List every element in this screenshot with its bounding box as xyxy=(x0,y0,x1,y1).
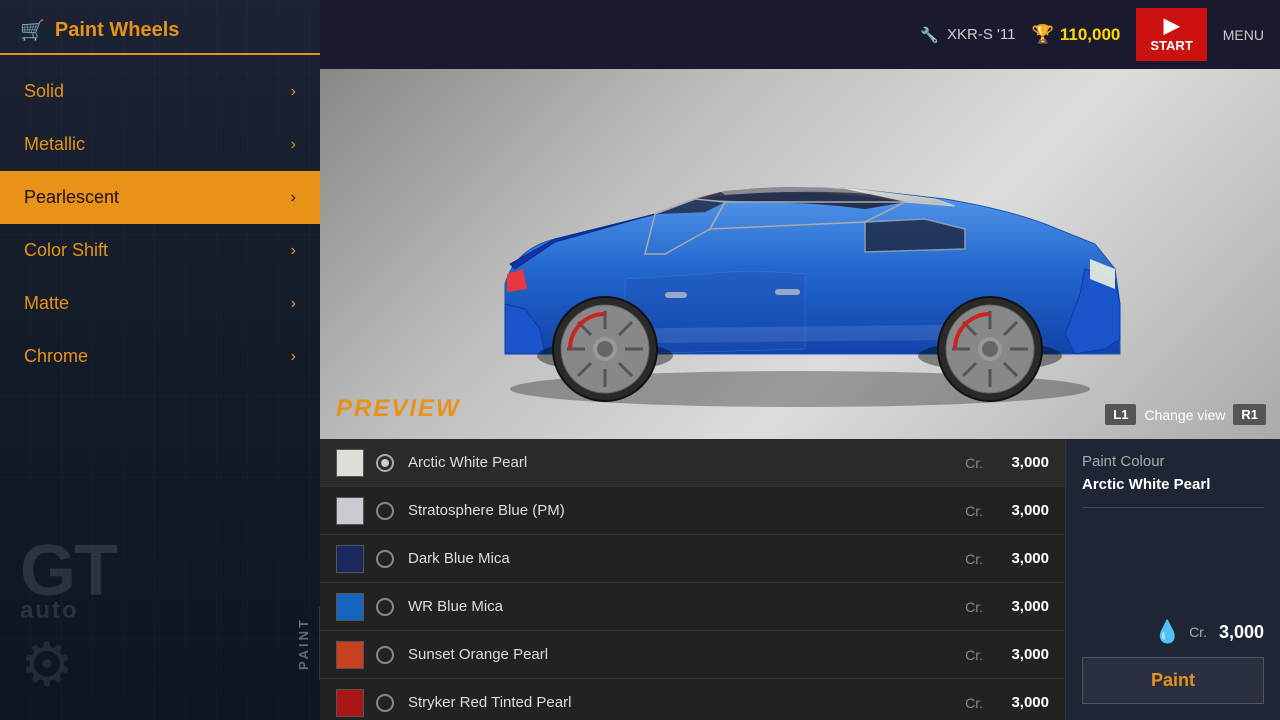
chevron-icon-color-shift: › xyxy=(291,242,296,260)
gt-auto-logo: GT auto ⚙ xyxy=(20,541,116,700)
wrench-icon: 🔧 xyxy=(920,26,939,44)
color-name-4: WR Blue Mica xyxy=(408,598,965,615)
nav-label-solid: Solid xyxy=(24,81,64,102)
sidebar: 🛒 Paint Wheels Solid › Metallic › Pearle… xyxy=(0,0,320,720)
color-name-5: Sunset Orange Pearl xyxy=(408,646,965,663)
nav-label-chrome: Chrome xyxy=(24,346,88,367)
color-name-2: Stratosphere Blue (PM) xyxy=(408,502,965,519)
sidebar-title: Paint Wheels xyxy=(55,19,179,42)
color-items-list: Arctic White Pearl Cr. 3,000 Stratospher… xyxy=(320,439,1065,720)
cr-amount-6: 3,000 xyxy=(989,694,1049,711)
cart-icon: 🛒 xyxy=(20,18,45,43)
r1-badge: R1 xyxy=(1233,404,1266,425)
swatch-1 xyxy=(336,449,364,477)
cr-label-3: Cr. xyxy=(965,551,983,567)
cost-amount: 3,000 xyxy=(1219,622,1264,643)
sidebar-item-chrome[interactable]: Chrome › xyxy=(0,330,320,383)
radio-5 xyxy=(376,646,394,664)
play-icon: ▶ xyxy=(1164,16,1179,36)
color-name-6: Stryker Red Tinted Pearl xyxy=(408,694,965,711)
color-row-1[interactable]: Arctic White Pearl Cr. 3,000 xyxy=(320,439,1065,487)
color-name-1: Arctic White Pearl xyxy=(408,454,965,471)
chevron-icon-chrome: › xyxy=(291,348,296,366)
start-button[interactable]: ▶ START xyxy=(1136,8,1206,61)
color-name-3: Dark Blue Mica xyxy=(408,550,965,567)
swatch-6 xyxy=(336,689,364,717)
sidebar-item-matte[interactable]: Matte › xyxy=(0,277,320,330)
sidebar-item-metallic[interactable]: Metallic › xyxy=(0,118,320,171)
radio-6 xyxy=(376,694,394,712)
cr-amount-3: 3,000 xyxy=(989,550,1049,567)
nav-label-metallic: Metallic xyxy=(24,134,85,155)
color-row-5[interactable]: Sunset Orange Pearl Cr. 3,000 xyxy=(320,631,1065,679)
swatch-5 xyxy=(336,641,364,669)
credits-amount: 110,000 xyxy=(1060,25,1121,45)
view-controls: L1 Change view R1 xyxy=(1105,404,1266,425)
cr-label-2: Cr. xyxy=(965,503,983,519)
start-label: START xyxy=(1150,38,1192,53)
chevron-icon-pearlescent: › xyxy=(291,189,296,207)
car-preview-area: PREVIEW L1 Change view R1 xyxy=(320,69,1280,439)
sidebar-item-color-shift[interactable]: Color Shift › xyxy=(0,224,320,277)
color-row-4[interactable]: WR Blue Mica Cr. 3,000 xyxy=(320,583,1065,631)
color-row-3[interactable]: Dark Blue Mica Cr. 3,000 xyxy=(320,535,1065,583)
paint-vertical-label: PAINT xyxy=(288,607,320,680)
credits-display: 🏆 110,000 xyxy=(1031,24,1120,45)
radio-2 xyxy=(376,502,394,520)
cost-label: Cr. xyxy=(1189,624,1207,640)
wheel-icon: ⚙ xyxy=(20,630,116,700)
drop-icon: 💧 xyxy=(1154,619,1181,645)
swatch-2 xyxy=(336,497,364,525)
right-panel: Paint Colour Arctic White Pearl 💧 Cr. 3,… xyxy=(1065,439,1280,720)
chevron-icon-metallic: › xyxy=(291,136,296,154)
sidebar-item-pearlescent[interactable]: Pearlescent › xyxy=(0,171,320,224)
cr-amount-4: 3,000 xyxy=(989,598,1049,615)
preview-label: PREVIEW xyxy=(336,395,461,423)
cr-label-6: Cr. xyxy=(965,695,983,711)
cr-label-4: Cr. xyxy=(965,599,983,615)
cost-row: 💧 Cr. 3,000 xyxy=(1082,619,1264,645)
nav-label-color-shift: Color Shift xyxy=(24,240,108,261)
nav-label-matte: Matte xyxy=(24,293,69,314)
swatch-4 xyxy=(336,593,364,621)
nav-label-pearlescent: Pearlescent xyxy=(24,187,119,208)
color-list-section: Arctic White Pearl Cr. 3,000 Stratospher… xyxy=(320,439,1280,720)
chevron-icon-matte: › xyxy=(291,295,296,313)
cr-label-5: Cr. xyxy=(965,647,983,663)
cr-amount-1: 3,000 xyxy=(989,454,1049,471)
car-name: XKR-S '11 xyxy=(947,26,1015,43)
swatch-3 xyxy=(336,545,364,573)
chevron-icon-solid: › xyxy=(291,83,296,101)
paint-colour-label: Paint Colour xyxy=(1066,439,1280,476)
credits-icon: 🏆 xyxy=(1031,24,1053,45)
sidebar-item-solid[interactable]: Solid › xyxy=(0,65,320,118)
l1-badge: L1 xyxy=(1105,404,1136,425)
paint-colour-value: Arctic White Pearl xyxy=(1066,476,1280,507)
car-info: 🔧 XKR-S '11 xyxy=(920,26,1015,44)
paint-button[interactable]: Paint xyxy=(1082,657,1264,704)
change-view-text: Change view xyxy=(1144,407,1225,423)
color-row-2[interactable]: Stratosphere Blue (PM) Cr. 3,000 xyxy=(320,487,1065,535)
main-area: 🔧 XKR-S '11 🏆 110,000 ▶ START MENU xyxy=(320,0,1280,720)
right-panel-bottom: 💧 Cr. 3,000 Paint xyxy=(1066,508,1280,720)
cr-label-1: Cr. xyxy=(965,455,983,471)
cr-amount-5: 3,000 xyxy=(989,646,1049,663)
radio-4 xyxy=(376,598,394,616)
menu-button[interactable]: MENU xyxy=(1223,27,1264,43)
radio-1 xyxy=(376,454,394,472)
car-image xyxy=(425,94,1175,414)
cr-amount-2: 3,000 xyxy=(989,502,1049,519)
topbar: 🔧 XKR-S '11 🏆 110,000 ▶ START MENU xyxy=(320,0,1280,69)
color-row-6[interactable]: Stryker Red Tinted Pearl Cr. 3,000 xyxy=(320,679,1065,720)
sidebar-header: 🛒 Paint Wheels xyxy=(0,0,320,55)
sidebar-navigation: Solid › Metallic › Pearlescent › Color S… xyxy=(0,65,320,383)
radio-3 xyxy=(376,550,394,568)
